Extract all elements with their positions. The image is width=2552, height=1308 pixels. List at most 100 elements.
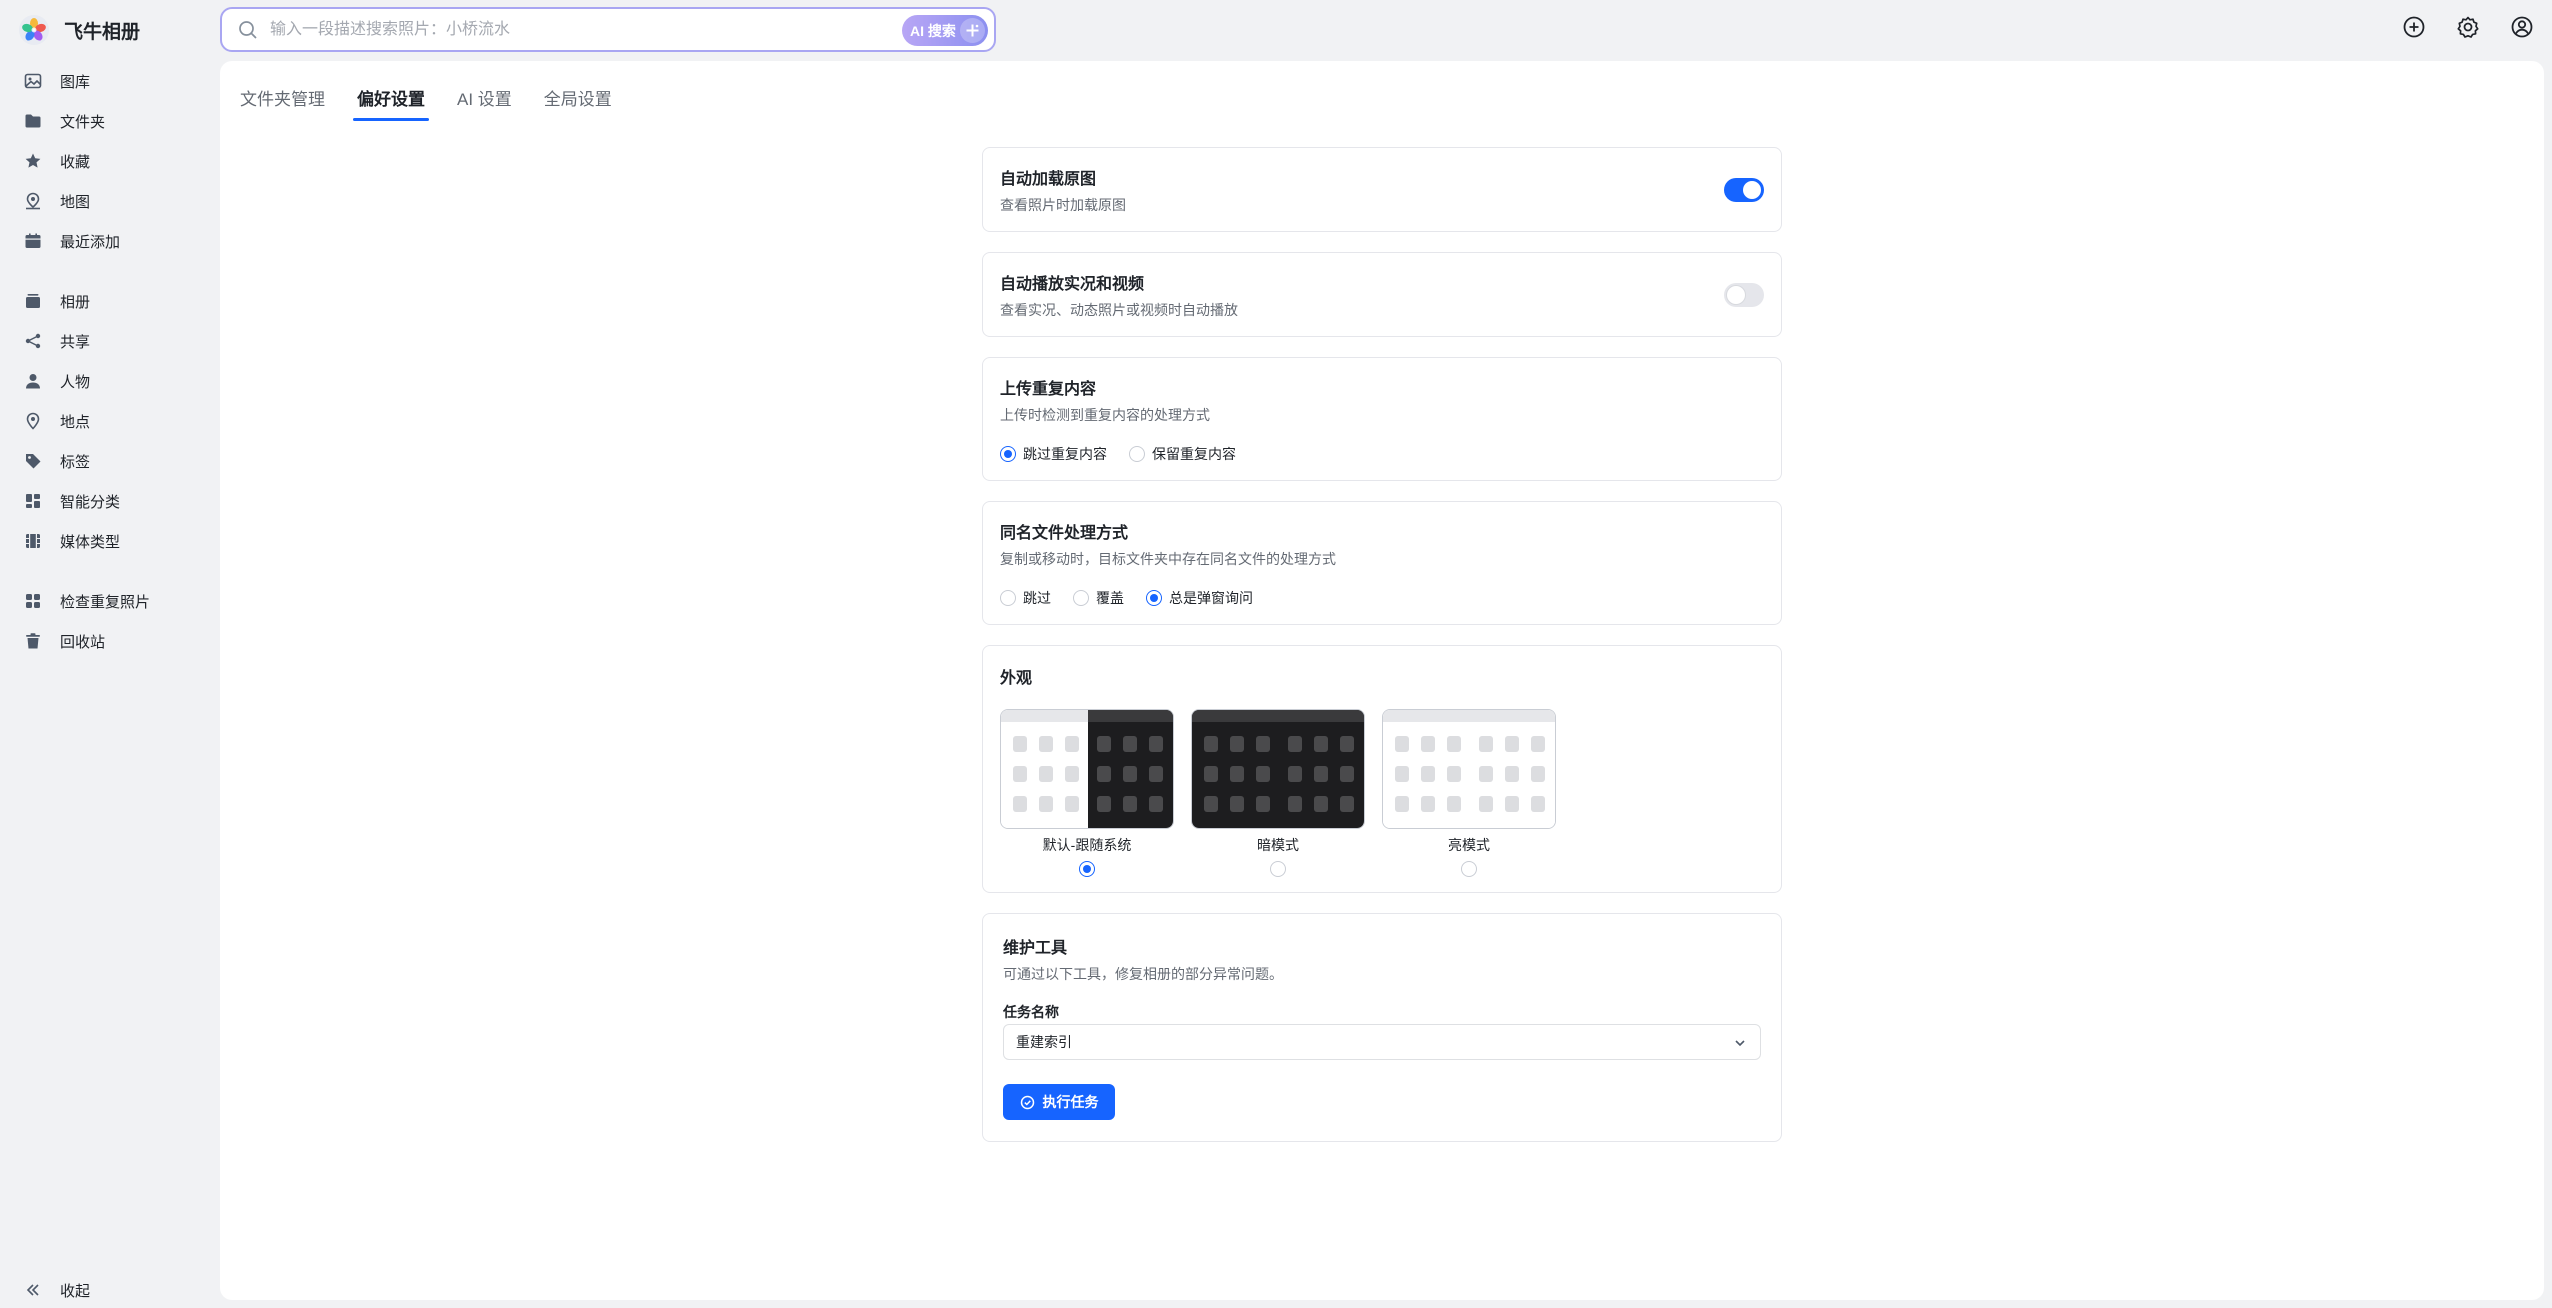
run-task-button[interactable]: 执行任务: [1003, 1084, 1115, 1120]
add-icon[interactable]: [2402, 15, 2426, 39]
sidebar-item-label: 共享: [60, 333, 91, 351]
tab-ai-settings[interactable]: AI 设置: [457, 79, 512, 121]
sidebar-item-label: 文件夹: [60, 113, 106, 131]
theme-label: 暗模式: [1257, 837, 1299, 853]
theme-option-light[interactable]: 亮模式: [1382, 709, 1556, 877]
theme-option-system[interactable]: 默认-跟随系统: [1000, 709, 1174, 877]
radio-dot: [1146, 590, 1162, 606]
media-type-icon: [26, 534, 40, 548]
radio-label: 跳过: [1023, 590, 1051, 606]
theme-label: 亮模式: [1448, 837, 1490, 853]
sidebar-item-recent[interactable]: 最近添加: [0, 221, 220, 261]
setting-auto-load-original: 自动加载原图 查看照片时加载原图: [982, 147, 1782, 232]
sidebar-item-label: 人物: [60, 373, 91, 391]
sidebar-item-label: 地图: [60, 193, 91, 211]
sidebar-item-label: 智能分类: [60, 493, 121, 511]
radio-dot: [1270, 861, 1286, 877]
task-select[interactable]: 重建索引: [1003, 1024, 1761, 1060]
toggle-knob: [1727, 286, 1745, 304]
trash-icon: [26, 633, 40, 649]
search-bar[interactable]: AI 搜索: [220, 7, 996, 52]
sidebar-item-label: 图库: [60, 73, 91, 91]
radio-keep-duplicates[interactable]: 保留重复内容: [1129, 444, 1236, 464]
setting-title: 外观: [1000, 670, 1033, 687]
setting-description: 查看照片时加载原图: [1000, 197, 1126, 213]
search-input[interactable]: [270, 15, 810, 45]
sidebar-item-gallery[interactable]: 图库: [0, 61, 220, 101]
setting-title: 自动播放实况和视频: [1000, 276, 1145, 293]
theme-preview-system: [1000, 709, 1174, 829]
setting-title: 同名文件处理方式: [1000, 525, 1129, 542]
tab-folder-management[interactable]: 文件夹管理: [240, 79, 325, 121]
sidebar-item-map[interactable]: 地图: [0, 181, 220, 221]
user-account-icon[interactable]: [2510, 15, 2534, 39]
sparkle-plus-icon: [960, 18, 985, 43]
theme-preview-dark: [1191, 709, 1365, 829]
sidebar-item-places[interactable]: 地点: [0, 401, 220, 441]
auto-play-toggle[interactable]: [1724, 283, 1764, 307]
sidebar-item-people[interactable]: 人物: [0, 361, 220, 401]
album-icon: [26, 294, 40, 308]
sidebar-item-trash[interactable]: 回收站: [0, 621, 220, 661]
setting-same-name-files: 同名文件处理方式 复制或移动时，目标文件夹中存在同名文件的处理方式 跳过 覆盖 …: [982, 501, 1782, 625]
sidebar-item-folder[interactable]: 文件夹: [0, 101, 220, 141]
theme-option-dark[interactable]: 暗模式: [1191, 709, 1365, 877]
duplicate-upload-radio-group: 跳过重复内容 保留重复内容: [1000, 444, 1236, 464]
setting-description: 可通过以下工具，修复相册的部分异常问题。: [1003, 966, 1283, 982]
theme-radio-light[interactable]: [1461, 861, 1477, 877]
sidebar-item-smart-category[interactable]: 智能分类: [0, 481, 220, 521]
search-icon: [239, 21, 257, 39]
radio-skip[interactable]: 跳过: [1000, 588, 1051, 608]
settings-tabs: 文件夹管理 偏好设置 AI 设置 全局设置: [240, 79, 612, 121]
brand[interactable]: 飞牛相册: [18, 14, 140, 46]
setting-description: 查看实况、动态照片或视频时自动播放: [1000, 302, 1238, 318]
radio-label: 保留重复内容: [1152, 446, 1236, 462]
nav-group-organize: 相册 共享 人物 地点 标签 智能分类 媒体类型: [0, 281, 220, 561]
sidebar-item-label: 地点: [60, 413, 91, 431]
check-circle-icon: [1020, 1095, 1034, 1109]
setting-maintenance-tools: 维护工具 可通过以下工具，修复相册的部分异常问题。 任务名称 重建索引 执行任务: [982, 913, 1782, 1142]
task-name-label: 任务名称: [1003, 1004, 1059, 1020]
smart-category-icon: [26, 494, 40, 508]
person-icon: [26, 374, 40, 389]
map-pin-icon: [26, 192, 40, 210]
auto-load-original-toggle[interactable]: [1724, 178, 1764, 202]
calendar-icon: [25, 233, 41, 248]
ai-search-label: AI 搜索: [910, 22, 956, 39]
theme-radio-dark[interactable]: [1270, 861, 1286, 877]
sidebar-item-favorites[interactable]: 收藏: [0, 141, 220, 181]
setting-description: 上传时检测到重复内容的处理方式: [1000, 407, 1210, 423]
sidebar-collapse-button[interactable]: 收起: [0, 1272, 220, 1308]
gear-icon[interactable]: [2456, 15, 2480, 39]
sidebar-item-albums[interactable]: 相册: [0, 281, 220, 321]
setting-title: 维护工具: [1003, 940, 1068, 957]
app-logo-icon: [19, 15, 49, 45]
folder-icon: [25, 114, 41, 128]
sidebar: 飞牛相册 图库 文件夹 收藏 地图 最近添加 相册 共享 人物 地点 标签 智能…: [0, 0, 220, 1308]
radio-dot: [1000, 446, 1016, 462]
sidebar-item-media-type[interactable]: 媒体类型: [0, 521, 220, 561]
sidebar-item-label: 最近添加: [60, 233, 121, 251]
sidebar-item-tags[interactable]: 标签: [0, 441, 220, 481]
tab-preferences[interactable]: 偏好设置: [353, 79, 429, 121]
radio-always-ask[interactable]: 总是弹窗询问: [1146, 588, 1253, 608]
radio-overwrite[interactable]: 覆盖: [1073, 588, 1124, 608]
sidebar-item-check-duplicates[interactable]: 检查重复照片: [0, 581, 220, 621]
radio-skip-duplicates[interactable]: 跳过重复内容: [1000, 444, 1107, 464]
radio-dot: [1000, 590, 1016, 606]
theme-radio-system[interactable]: [1079, 861, 1095, 877]
radio-label: 覆盖: [1096, 590, 1124, 606]
theme-label: 默认-跟随系统: [1042, 837, 1132, 853]
sidebar-item-label: 收藏: [60, 153, 91, 171]
chevron-down-icon: [1735, 1040, 1745, 1047]
theme-preview-light: [1382, 709, 1556, 829]
sidebar-item-share[interactable]: 共享: [0, 321, 220, 361]
tab-global-settings[interactable]: 全局设置: [544, 79, 612, 121]
nav-group-library: 图库 文件夹 收藏 地图 最近添加: [0, 61, 220, 261]
ai-search-button[interactable]: AI 搜索: [902, 15, 988, 46]
top-actions: [2402, 15, 2534, 39]
share-icon: [25, 333, 41, 349]
double-chevron-left-icon: [26, 1284, 39, 1296]
same-name-radio-group: 跳过 覆盖 总是弹窗询问: [1000, 588, 1253, 608]
main-panel: 文件夹管理 偏好设置 AI 设置 全局设置 自动加载原图 查看照片时加载原图 自…: [220, 61, 2544, 1300]
